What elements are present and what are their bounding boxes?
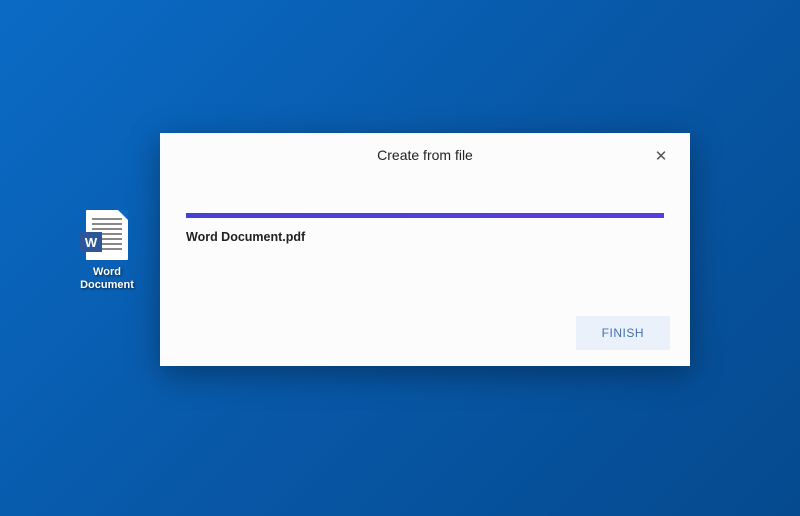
word-doc-icon: W <box>86 210 128 260</box>
finish-button[interactable]: FINISH <box>576 316 670 350</box>
desktop-file-icon[interactable]: W Word Document <box>72 210 142 292</box>
word-badge-icon: W <box>80 232 102 252</box>
dialog-title: Create from file <box>180 147 670 163</box>
close-icon: ✕ <box>655 149 668 164</box>
dialog-footer: FINISH <box>576 316 670 350</box>
dialog-header: Create from file ✕ <box>160 133 690 173</box>
icon-label-line1: Word <box>93 266 121 278</box>
create-from-file-dialog: Create from file ✕ Word Document.pdf FIN… <box>160 133 690 366</box>
close-button[interactable]: ✕ <box>652 147 670 165</box>
dialog-body: Word Document.pdf <box>160 173 690 244</box>
progress-bar <box>186 213 664 218</box>
icon-label-line2: Document <box>80 279 134 291</box>
desktop-icon-label: Word Document <box>80 266 134 292</box>
processing-file-name: Word Document.pdf <box>186 230 664 244</box>
